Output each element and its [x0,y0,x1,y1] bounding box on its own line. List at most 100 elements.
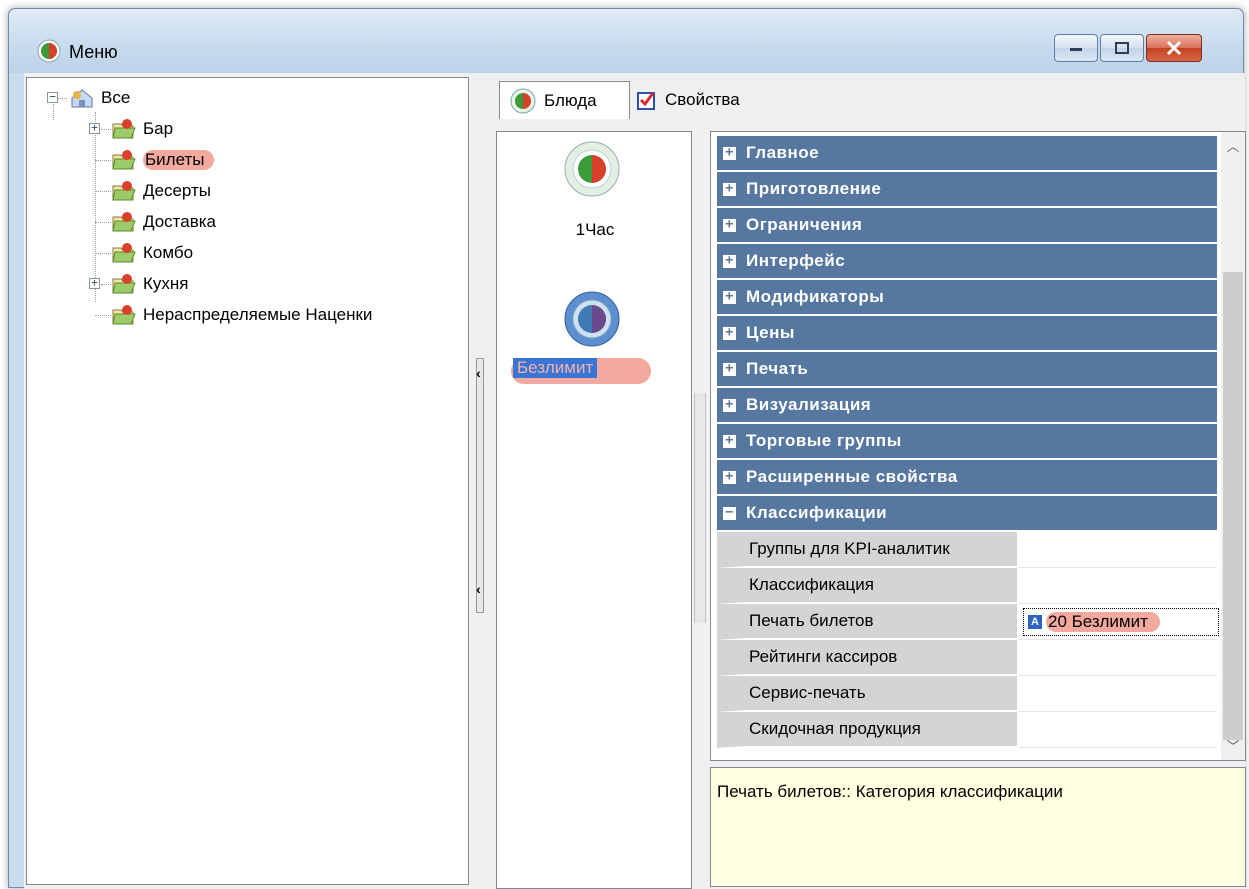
tree-item-label: Десерты [143,181,212,200]
tab-label: Свойства [665,90,740,109]
collapse-left-icon[interactable]: ‹ [476,365,481,381]
property-name: Сервис-печать [717,676,1017,712]
category-label: Цены [746,323,795,342]
expand-icon: + [723,398,736,412]
close-button[interactable] [1146,34,1202,62]
category-trade-groups[interactable]: + Торговые группы [717,424,1217,460]
property-value[interactable] [1019,568,1217,604]
tree-item-root[interactable]: Все [69,85,130,111]
category-classifications[interactable]: − Классификации [717,496,1217,532]
tree-line [95,191,111,192]
category-interface[interactable]: + Интерфейс [717,244,1217,280]
dish-icon[interactable] [563,290,621,348]
folder-icon [112,150,136,170]
checkbox-icon [637,92,655,110]
tree-item-kitchen[interactable]: Кухня [111,271,189,297]
value-editor[interactable]: A 20 Безлимит [1023,608,1219,636]
category-label: Главное [746,143,820,162]
property-row[interactable]: Скидочная продукция [717,712,1217,748]
expand-icon: + [723,362,736,376]
expand-toggle[interactable]: + [89,277,100,289]
category-main[interactable]: + Главное [717,136,1217,172]
menu-window: Меню − Все + Бар Билеты Десерты Доставка… [8,8,1246,889]
category-cooking[interactable]: + Приготовление [717,172,1217,208]
category-label: Интерфейс [746,251,846,270]
tree-item-desserts[interactable]: Десерты [111,178,211,204]
folder-icon [112,181,136,201]
property-grid[interactable]: + Главное + Приготовление + Ограничения + Ин… [710,131,1246,761]
property-value[interactable] [1019,676,1217,712]
property-value[interactable] [1019,712,1217,748]
category-visualization[interactable]: + Визуализация [717,388,1217,424]
category-label: Торговые группы [746,431,902,450]
house-icon [71,89,93,108]
expand-toggle[interactable]: + [89,122,100,134]
property-name: Группы для KPI-аналитик [717,532,1017,568]
title-bar[interactable]: Меню [9,9,1243,73]
vertical-scrollbar[interactable]: ︿ ﹀ [1221,132,1245,760]
collapse-toggle[interactable]: − [47,91,58,103]
panel-splitter-2[interactable] [694,393,706,623]
minimize-button[interactable] [1054,34,1098,62]
dish-item[interactable]: 1Час [497,220,693,240]
scroll-down-icon[interactable]: ﹀ [1221,736,1245,756]
property-value[interactable] [1019,640,1217,676]
category-prices[interactable]: + Цены [717,316,1217,352]
category-label: Расширенные свойства [746,467,958,486]
folder-icon [112,243,136,263]
category-label: Модификаторы [746,287,885,306]
property-row[interactable]: Сервис-печать [717,676,1217,712]
property-row[interactable]: Группы для KPI-аналитик [717,532,1217,568]
property-name: Скидочная продукция [717,712,1017,748]
tree-line [95,222,111,223]
tree-line [95,112,96,302]
scroll-thumb[interactable] [1223,272,1243,740]
collapse-icon: − [723,506,736,520]
expand-icon: + [723,218,736,232]
property-name: Рейтинги кассиров [717,640,1017,676]
property-value[interactable] [1019,532,1217,568]
category-modifiers[interactable]: + Модификаторы [717,280,1217,316]
collapse-left-icon[interactable]: ‹ [476,581,481,597]
tree-item-label: Кухня [143,274,189,293]
category-tree[interactable]: − Все + Бар Билеты Десерты Доставка Комб… [26,77,469,885]
property-row[interactable]: Классификация [717,568,1217,604]
dish-label: 1Час [575,220,615,239]
property-row[interactable]: Печать билетов A 20 Безлимит [717,604,1219,640]
tree-item-label: Нераспределяемые Наценки [143,305,373,324]
category-extended[interactable]: + Расширенные свойства [717,460,1217,496]
tree-item-unallocated-markups[interactable]: Нераспределяемые Наценки [111,302,372,328]
expand-icon: + [723,290,736,304]
client-area: − Все + Бар Билеты Десерты Доставка Комб… [24,73,1246,889]
tree-line [101,129,111,130]
maximize-icon [1115,42,1129,54]
dish-item-selected[interactable]: Безлимит [513,358,598,378]
tree-item-tickets[interactable]: Билеты [111,147,215,173]
tree-item-delivery[interactable]: Доставка [111,209,216,235]
dishes-list[interactable]: 1Час Безлимит [496,131,692,889]
folder-icon [112,212,136,232]
category-label: Ограничения [746,215,863,234]
panel-splitter[interactable] [476,358,484,613]
tree-item-bar[interactable]: Бар [111,116,173,142]
scroll-up-icon[interactable]: ︿ [1221,136,1245,156]
description-text: Печать билетов:: Категория классификации [717,782,1063,801]
category-label: Визуализация [746,395,872,414]
property-name: Печать билетов [717,604,1017,640]
tree-item-label: Билеты [143,150,215,170]
tree-item-combo[interactable]: Комбо [111,240,193,266]
dish-icon[interactable] [563,140,621,198]
property-row[interactable]: Рейтинги кассиров [717,640,1217,676]
category-restrictions[interactable]: + Ограничения [717,208,1217,244]
tree-item-label: Бар [143,119,174,138]
tree-line [101,284,111,285]
tree-line [57,98,67,99]
expand-icon: + [723,182,736,196]
maximize-button[interactable] [1100,34,1144,62]
tree-item-label: Все [101,88,131,107]
property-name: Классификация [717,568,1017,604]
property-value[interactable]: A 20 Безлимит [1019,604,1219,640]
tab-properties[interactable]: Свойства [633,81,783,119]
category-printing[interactable]: + Печать [717,352,1217,388]
tab-dishes[interactable]: Блюда [499,81,630,119]
